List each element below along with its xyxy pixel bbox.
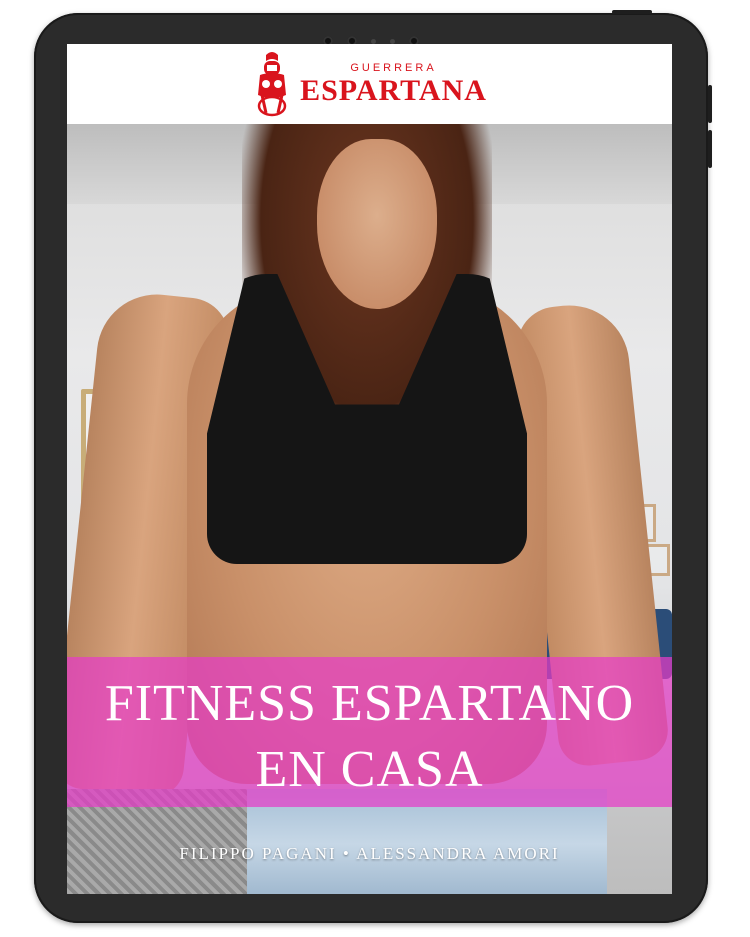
brand-logo: GUERRERA ESPARTANA: [252, 51, 487, 117]
spartan-warrior-icon: [257, 52, 287, 117]
book-title-line2: EN CASA: [255, 741, 484, 798]
power-button[interactable]: [612, 10, 652, 14]
cover-header: GUERRERA ESPARTANA: [67, 44, 672, 124]
volume-down-button[interactable]: [708, 130, 712, 168]
book-title-line1: FITNESS ESPARTANO: [104, 675, 635, 732]
woman-face: [317, 139, 437, 309]
sensor-dot: [371, 38, 376, 44]
book-authors: FILIPPO PAGANI • ALESSANDRA AMORI: [179, 844, 560, 863]
tablet-screen: GUERRERA ESPARTANA FITNESS ESPARTANO EN …: [67, 44, 672, 894]
logo-wordmark: ESPARTANA: [300, 73, 487, 107]
volume-up-button[interactable]: [708, 85, 712, 123]
logo-tagline: GUERRERA: [350, 61, 437, 74]
sensor-dot: [390, 38, 395, 44]
